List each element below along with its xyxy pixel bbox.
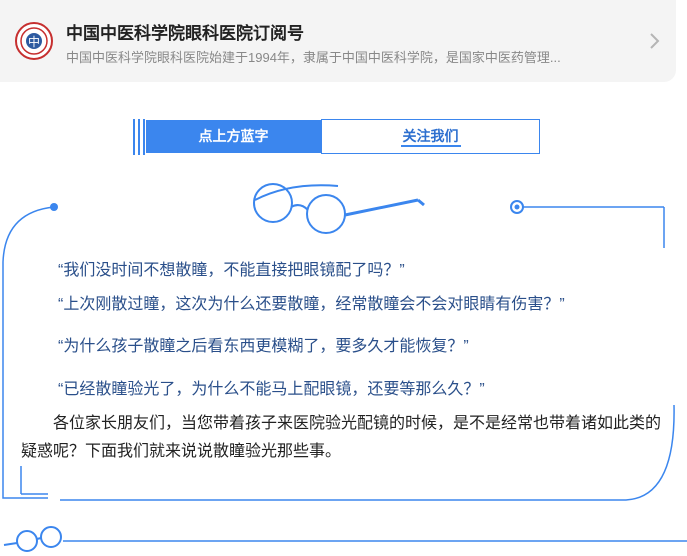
frame-dot <box>50 203 58 211</box>
small-glasses-icon <box>3 526 62 552</box>
question-4: “已经散瞳验光了，为什么不能马上配眼镜，还要等那么久？” <box>58 381 485 398</box>
intro-paragraph: 各位家长朋友们，当您带着孩子来医院验光配镜的时候，是不是经常也带着诸如此类的疑惑… <box>21 415 662 460</box>
question-3: “为什么孩子散瞳之后看东西更模糊了，要多久才能恢复？” <box>58 338 469 355</box>
question-2: “上次刚散过瞳，这次为什么还要散瞳，经常散瞳会不会对眼睛有伤害？” <box>58 296 565 313</box>
question-1: “我们没时间不想散瞳，不能直接把眼镜配了吗？” <box>58 262 405 279</box>
glasses-icon <box>253 183 425 234</box>
